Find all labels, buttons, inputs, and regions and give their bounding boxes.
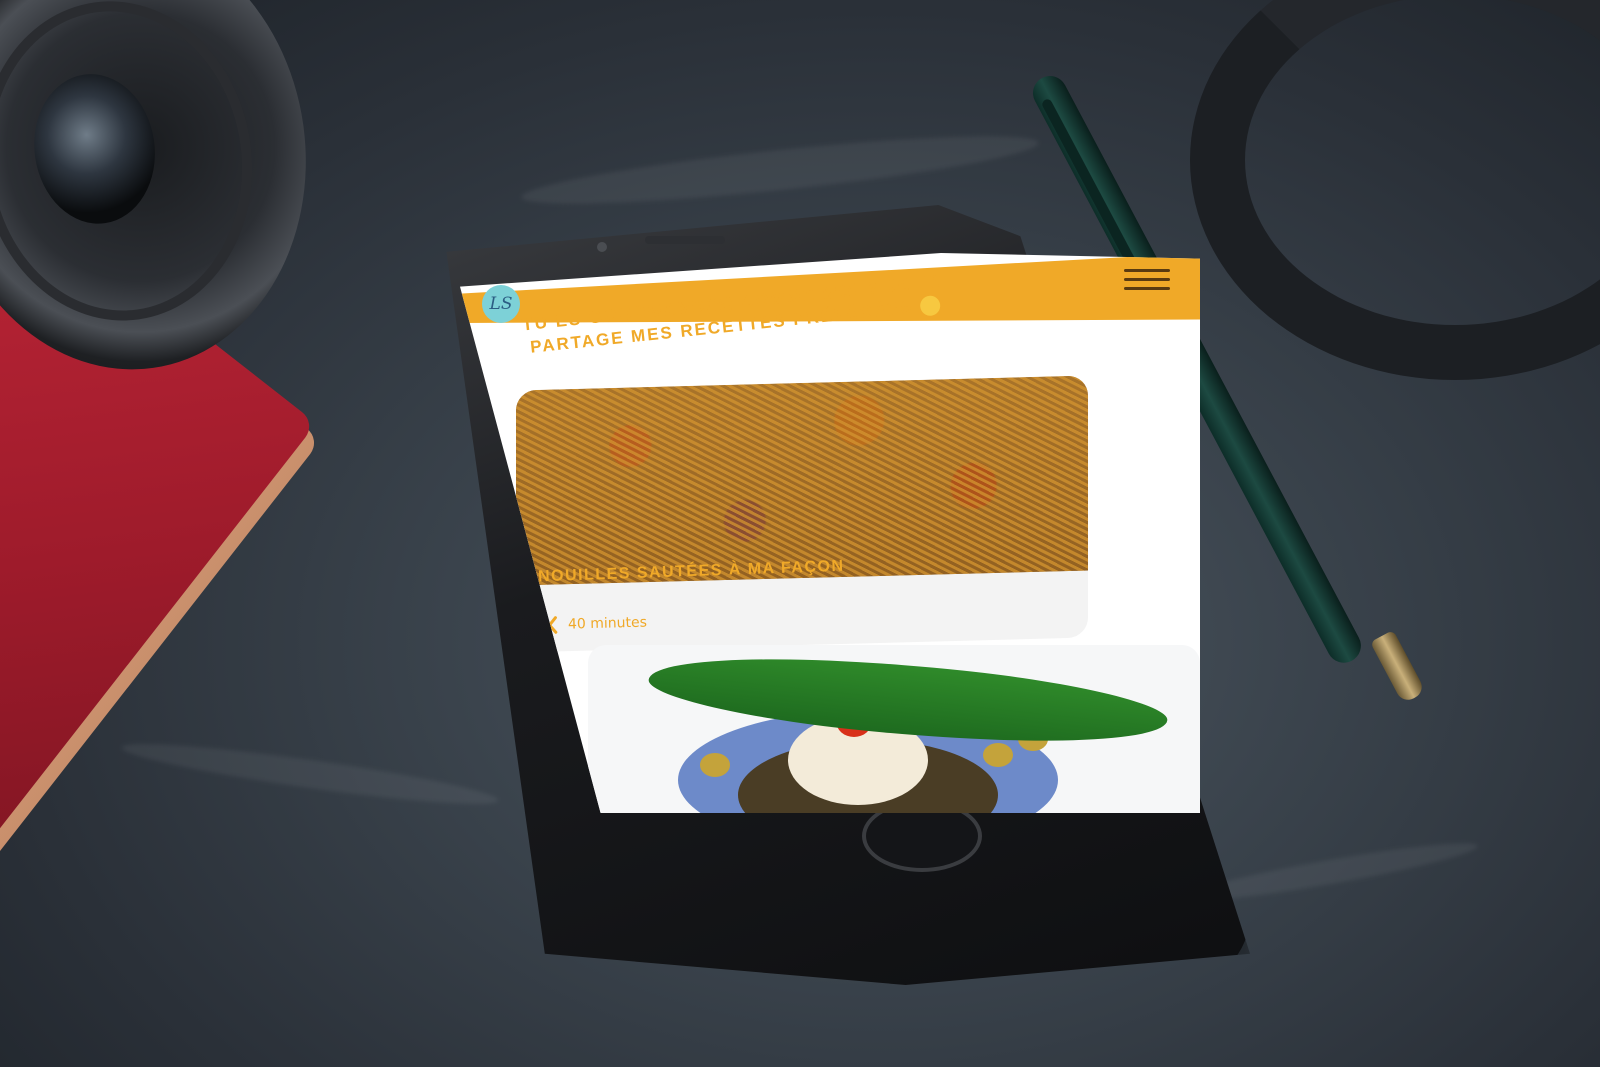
menu-line <box>1124 287 1170 290</box>
phone-speaker <box>645 236 725 244</box>
scene: LS TU ES GOURMAND(E) COMME MOI ? JE TE P… <box>0 0 1600 1067</box>
headphone-band <box>1190 0 1600 380</box>
slate-texture <box>519 122 1041 218</box>
fried-plantain <box>700 753 730 777</box>
recipe-duration: 40 minutes <box>567 614 648 633</box>
recipe-image-noodles[interactable] <box>516 375 1088 586</box>
slate-texture <box>119 733 501 815</box>
fried-plantain <box>983 743 1013 767</box>
recipe-meta: 40 minutes <box>538 612 647 637</box>
hamburger-icon[interactable] <box>1124 263 1170 297</box>
camera-lens <box>0 0 334 394</box>
menu-line <box>1124 278 1170 281</box>
yum-face-emoji <box>919 295 942 318</box>
recipe-card[interactable] <box>516 375 1088 653</box>
pen-tip <box>1370 629 1426 705</box>
front-camera <box>597 242 607 252</box>
recipe-card-2[interactable] <box>588 645 1200 813</box>
menu-line <box>1124 269 1170 272</box>
